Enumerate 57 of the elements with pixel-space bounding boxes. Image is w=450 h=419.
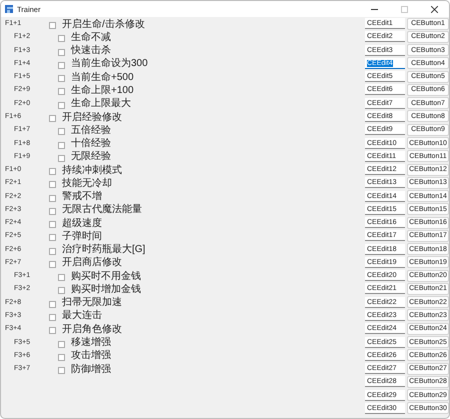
option-label: 开启经验修改 bbox=[62, 110, 122, 124]
option-label: 治疗时药瓶最大[G] bbox=[62, 242, 146, 256]
option-label: 快速击杀 bbox=[71, 44, 111, 58]
checkbox[interactable] bbox=[49, 181, 56, 188]
option-label: 购买时增加金钱 bbox=[71, 282, 141, 296]
checkbox[interactable] bbox=[49, 260, 56, 268]
app-icon bbox=[5, 5, 13, 13]
checkbox[interactable] bbox=[58, 75, 65, 82]
minimize-icon[interactable] bbox=[370, 8, 378, 10]
checkbox[interactable] bbox=[49, 168, 56, 176]
checkbox[interactable] bbox=[58, 154, 65, 162]
option-label: 警戒不增 bbox=[62, 190, 102, 204]
checkbox[interactable] bbox=[49, 208, 56, 215]
checkbox[interactable] bbox=[58, 354, 65, 361]
checkbox[interactable] bbox=[49, 327, 56, 334]
option-label: 五倍经验 bbox=[71, 124, 111, 137]
checkbox[interactable] bbox=[49, 194, 56, 202]
option-label: 开启商店修改 bbox=[62, 256, 122, 270]
checkbox[interactable] bbox=[58, 367, 65, 374]
option-label: 生命上限+100 bbox=[71, 84, 134, 97]
option-label: 持续冲刺模式 bbox=[62, 164, 122, 177]
option-label: 超级速度 bbox=[62, 216, 102, 230]
checkbox[interactable] bbox=[49, 22, 56, 30]
checkbox[interactable] bbox=[49, 114, 56, 122]
option-label: 无限古代魔法能量 bbox=[62, 202, 142, 216]
checkbox[interactable] bbox=[58, 35, 65, 42]
checkbox[interactable] bbox=[58, 142, 65, 149]
checkbox[interactable] bbox=[58, 88, 65, 96]
option-label: 开启生命/击杀修改 bbox=[62, 18, 145, 31]
option-label: 技能无冷却 bbox=[62, 176, 112, 190]
option-label: 生命上限最大 bbox=[71, 96, 131, 110]
option-label: 购买时不用金钱 bbox=[71, 270, 141, 283]
checkbox[interactable] bbox=[49, 300, 56, 308]
option-label: 移速增强 bbox=[71, 336, 111, 350]
checkbox[interactable] bbox=[49, 221, 56, 228]
checkbox[interactable] bbox=[49, 314, 56, 321]
option-label: 十倍经验 bbox=[71, 136, 111, 150]
option-label: 当前生命设为300 bbox=[71, 56, 148, 70]
option-label: 开启角色修改 bbox=[62, 322, 122, 336]
option-label: 防御增强 bbox=[71, 362, 111, 376]
option-label: 当前生命+500 bbox=[71, 70, 134, 84]
checkbox[interactable] bbox=[49, 234, 56, 242]
checkbox[interactable] bbox=[58, 102, 65, 109]
checkbox[interactable] bbox=[58, 48, 65, 56]
option-label: 扫帚无限加速 bbox=[62, 296, 122, 310]
option-label: 子弹时间 bbox=[62, 230, 102, 243]
option-label: 无限经验 bbox=[71, 150, 111, 164]
option-label: 生命不减 bbox=[71, 30, 111, 44]
option-label: 最大连击 bbox=[62, 308, 102, 322]
checkbox[interactable] bbox=[58, 287, 65, 294]
option-label: 攻击增强 bbox=[71, 348, 111, 362]
checkbox[interactable] bbox=[49, 248, 56, 255]
close-icon[interactable] bbox=[430, 6, 438, 12]
checkbox[interactable] bbox=[58, 340, 65, 348]
checkbox[interactable] bbox=[58, 274, 65, 282]
checkbox[interactable] bbox=[58, 62, 65, 69]
checkbox[interactable] bbox=[58, 128, 65, 136]
